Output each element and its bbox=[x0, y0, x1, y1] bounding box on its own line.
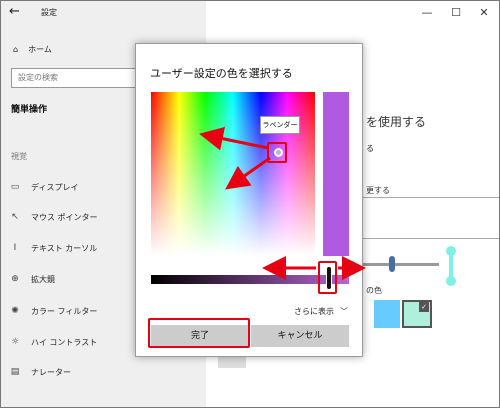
sidebar-item-label: ナレーター bbox=[31, 367, 71, 377]
color-swatch[interactable] bbox=[374, 300, 400, 328]
home-label: ホーム bbox=[28, 44, 52, 54]
sidebar-item-label: カラー フィルター bbox=[31, 306, 98, 316]
cancel-button[interactable]: キャンセル bbox=[251, 325, 349, 347]
sidebar-item-high-contrast[interactable]: ☼ ハイ コントラスト bbox=[9, 334, 97, 350]
sidebar-item-label: テキスト カーソル bbox=[31, 243, 98, 253]
text-cursor-icon: I bbox=[13, 243, 17, 253]
back-arrow-icon[interactable]: ← bbox=[9, 4, 20, 19]
chevron-down-icon: ﹀ bbox=[340, 307, 348, 316]
selected-color-preview bbox=[323, 92, 349, 256]
dialog-title: ユーザー設定の色を選択する bbox=[150, 67, 293, 80]
sidebar-item-label: マウス ポインター bbox=[31, 212, 98, 222]
color-filter-icon: ✺ bbox=[11, 306, 19, 316]
done-button-highlight bbox=[148, 318, 250, 348]
check-icon: ✓ bbox=[419, 302, 429, 312]
magnifier-icon: ⊕ bbox=[11, 274, 19, 284]
cursor-size-preview bbox=[446, 246, 456, 286]
app-title: 設定 bbox=[41, 8, 57, 17]
sidebar-item-magnifier[interactable]: ⊕ 拡大鏡 bbox=[9, 271, 55, 287]
display-icon: ▭ bbox=[10, 182, 20, 192]
sidebar-item-display[interactable]: ▭ ディスプレイ bbox=[9, 179, 79, 195]
narrator-icon: ▤ bbox=[10, 367, 20, 377]
sidebar-item-color-filter[interactable]: ✺ カラー フィルター bbox=[9, 303, 97, 319]
more-options-toggle[interactable]: さらに表示 ﹀ bbox=[294, 306, 348, 317]
sidebar-item-mouse-pointer[interactable]: ↖ マウス ポインター bbox=[9, 209, 98, 225]
sidebar-item-label: ディスプレイ bbox=[31, 182, 79, 192]
preview-box bbox=[361, 197, 499, 239]
thickness-slider-track[interactable] bbox=[361, 263, 439, 266]
mouse-pointer-icon: ↖ bbox=[11, 212, 19, 222]
section-title: 簡単操作 bbox=[11, 105, 48, 115]
color-picker-dialog: ユーザー設定の色を選択する ラベンダー さらに表示 ﹀ 完了 キャンセル bbox=[135, 43, 363, 357]
high-contrast-icon: ☼ bbox=[10, 337, 20, 347]
sidebar-item-narrator[interactable]: ▤ ナレーター bbox=[9, 364, 71, 380]
home-icon: ⌂ bbox=[13, 44, 19, 54]
setting-text-1: る bbox=[366, 144, 374, 153]
color-name-tooltip: ラベンダー bbox=[260, 116, 300, 134]
thickness-slider-thumb[interactable] bbox=[389, 256, 395, 272]
subsection-title: 視覚 bbox=[11, 152, 27, 161]
setting-text-2: 更する bbox=[366, 186, 390, 195]
setting-text-3: の色 bbox=[366, 286, 382, 295]
more-label: さらに表示 bbox=[294, 307, 334, 316]
brightness-thumb-highlight bbox=[318, 261, 337, 294]
color-swatch-selected[interactable]: ✓ bbox=[402, 300, 432, 328]
use-label: を使用する bbox=[366, 115, 427, 129]
sidebar-item-label: ハイ コントラスト bbox=[31, 337, 98, 347]
sidebar-item-home[interactable]: ⌂ ホーム bbox=[13, 41, 52, 57]
selector-highlight bbox=[267, 142, 287, 163]
sidebar-item-label: 拡大鏡 bbox=[31, 274, 55, 284]
sidebar-item-text-cursor[interactable]: I テキスト カーソル bbox=[9, 240, 98, 256]
